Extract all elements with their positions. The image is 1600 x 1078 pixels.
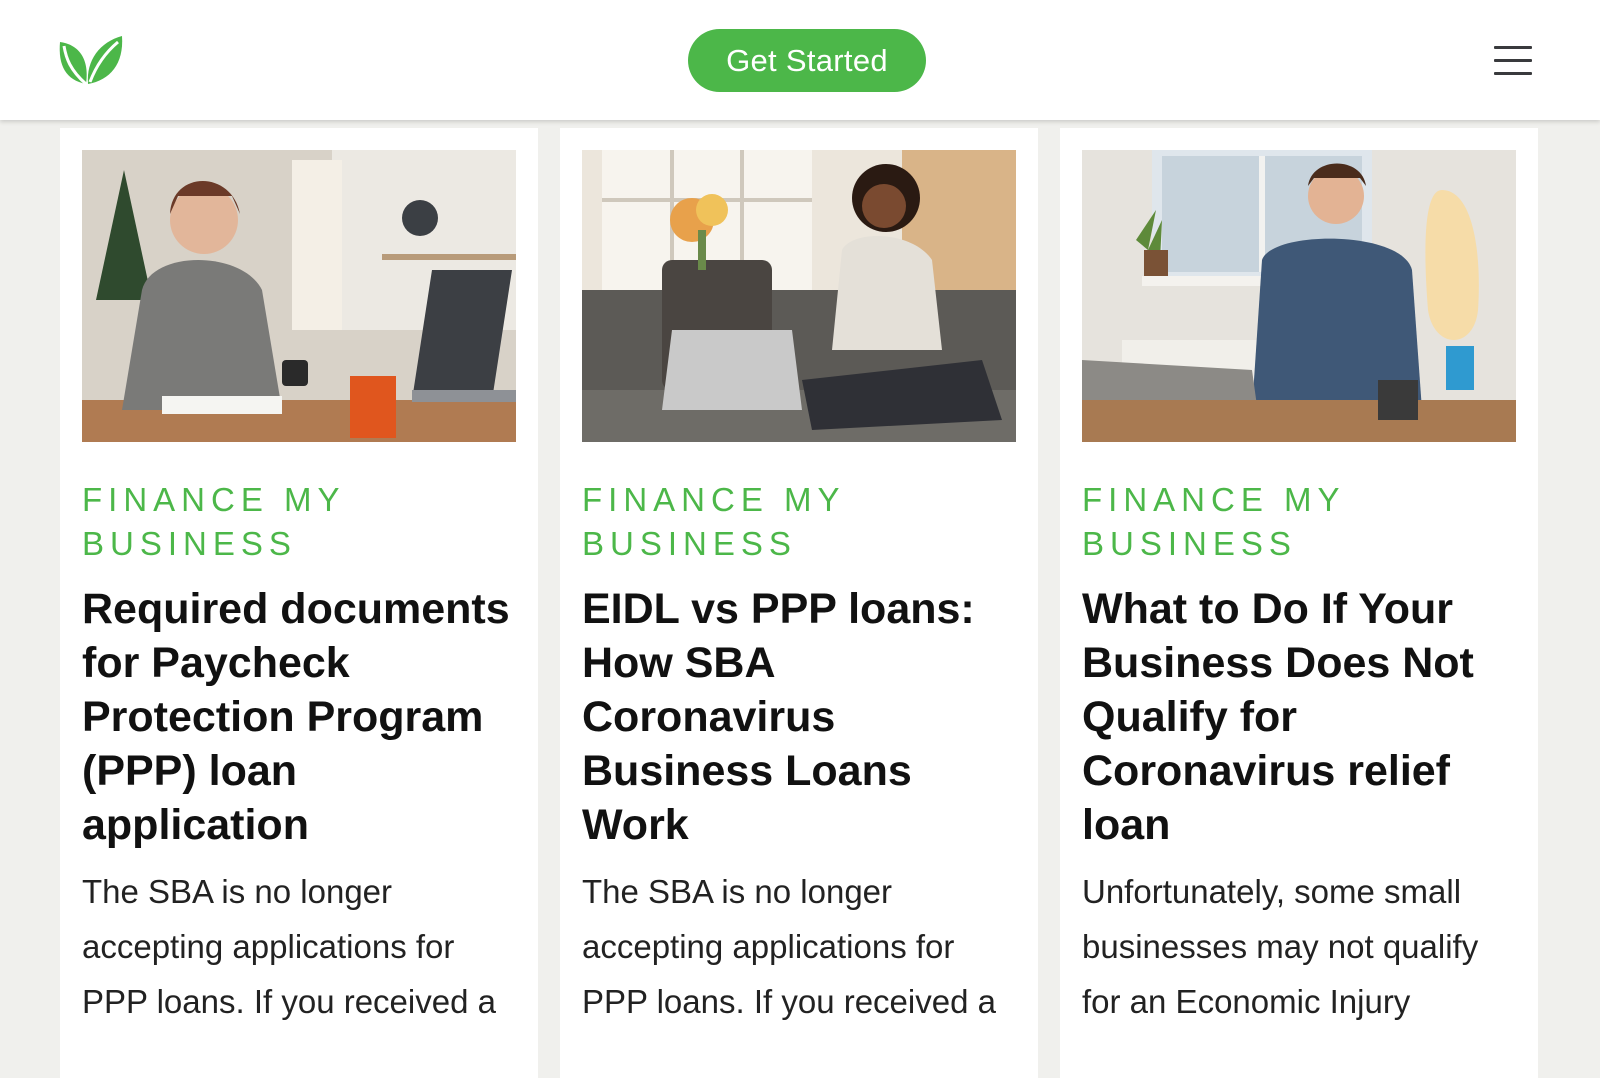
article-image-man-thinking[interactable] [1082, 150, 1516, 442]
article-title[interactable]: Required documents for Paycheck Protecti… [82, 582, 522, 852]
article-category[interactable]: FINANCE MY BUSINESS [82, 478, 502, 566]
site-header: Get Started [0, 0, 1600, 120]
article-excerpt: The SBA is no longer accepting applicati… [82, 873, 496, 1020]
article-category[interactable]: FINANCE MY BUSINESS [582, 478, 1002, 566]
article-title[interactable]: EIDL vs PPP loans: How SBA Coronavirus B… [582, 582, 1022, 852]
article-card[interactable]: FINANCE MY BUSINESS What to Do If Your B… [1060, 128, 1538, 1078]
hamburger-menu-icon[interactable] [1494, 44, 1532, 76]
get-started-button[interactable]: Get Started [688, 29, 926, 92]
article-excerpt: The SBA is no longer accepting applicati… [582, 873, 996, 1020]
article-card-grid: FINANCE MY BUSINESS Required documents f… [0, 120, 1600, 1078]
article-category[interactable]: FINANCE MY BUSINESS [1082, 478, 1502, 566]
article-image-woman-on-couch[interactable] [582, 150, 1016, 442]
article-excerpt: Unfortunately, some small businesses may… [1082, 873, 1479, 1020]
article-title[interactable]: What to Do If Your Business Does Not Qua… [1082, 582, 1522, 852]
article-image-woman-writing[interactable] [82, 150, 516, 442]
leaf-logo-icon[interactable] [56, 30, 126, 86]
article-card[interactable]: FINANCE MY BUSINESS Required documents f… [60, 128, 538, 1078]
article-card[interactable]: FINANCE MY BUSINESS EIDL vs PPP loans: H… [560, 128, 1038, 1078]
